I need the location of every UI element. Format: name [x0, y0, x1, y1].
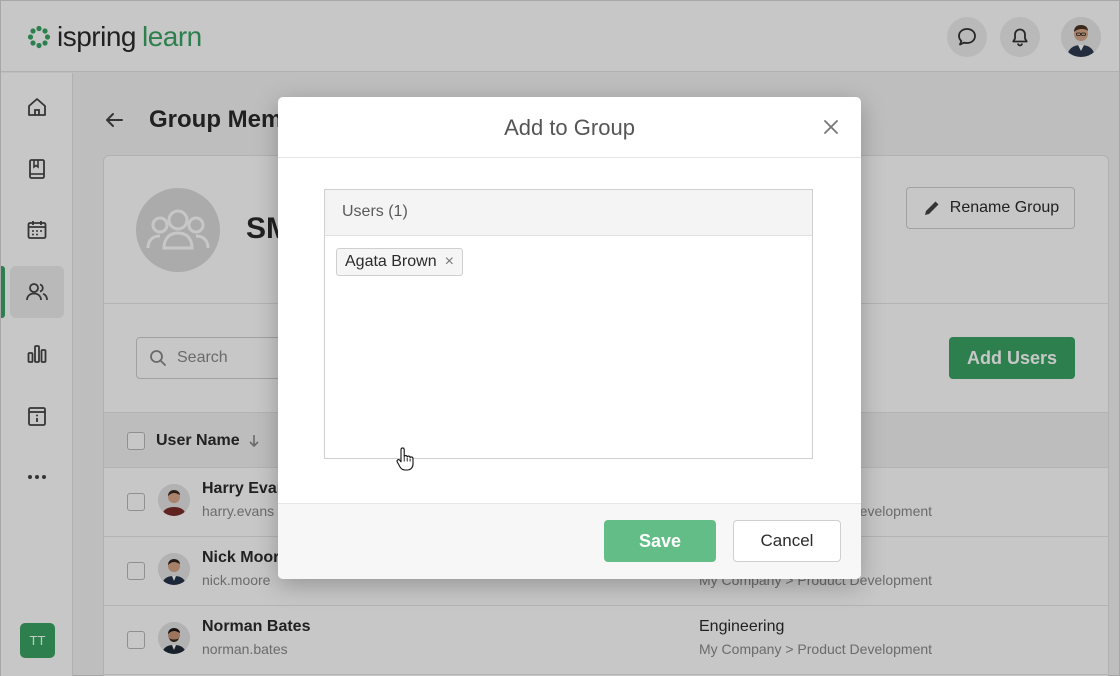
- save-button[interactable]: Save: [604, 520, 716, 562]
- user-chip: Agata Brown ×: [336, 248, 463, 276]
- remove-user-icon[interactable]: ×: [445, 254, 454, 270]
- user-chip-label: Agata Brown: [345, 253, 437, 270]
- hand-pointer-cursor-icon: [396, 447, 414, 471]
- dialog-header: Add to Group: [278, 97, 861, 158]
- close-icon: [824, 120, 838, 134]
- close-button[interactable]: [819, 115, 843, 139]
- add-to-group-dialog: Add to Group Users (1) Agata Brown × Sav…: [278, 97, 861, 579]
- dialog-title: Add to Group: [504, 115, 635, 140]
- selected-users-panel: Users (1) Agata Brown ×: [324, 189, 813, 459]
- cancel-button[interactable]: Cancel: [733, 520, 841, 562]
- dialog-footer: Save Cancel: [278, 503, 861, 579]
- users-count-header: Users (1): [325, 190, 812, 236]
